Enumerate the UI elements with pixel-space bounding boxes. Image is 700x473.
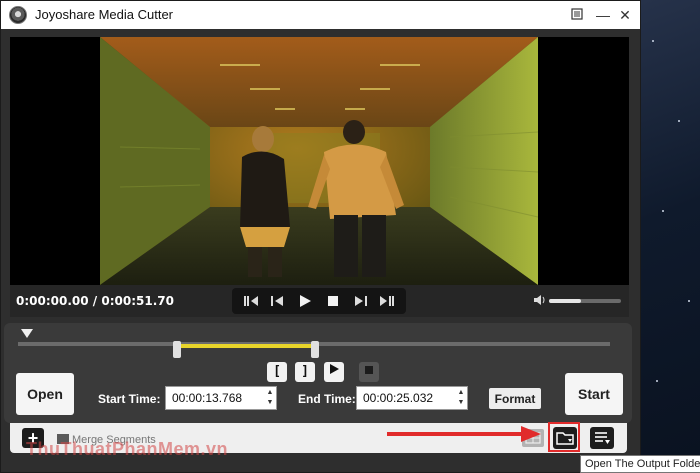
end-time-input[interactable] — [357, 387, 457, 409]
menu-icon[interactable] — [567, 5, 587, 25]
watermark: ThuThuatPhanMem.vn — [26, 439, 228, 459]
start-time-label: Start Time: — [98, 392, 161, 406]
time-display: 0:00:00.00 / 0:00:51.70 — [16, 294, 174, 308]
desktop-background — [640, 0, 700, 473]
segment-end-handle[interactable] — [311, 341, 319, 358]
video-frame — [100, 37, 538, 285]
mark-out-button[interactable]: ] — [295, 362, 315, 382]
segment-start-handle[interactable] — [173, 341, 181, 358]
end-time-spinner-icon[interactable]: ▲ ▼ — [456, 388, 466, 408]
start-time-input[interactable] — [166, 387, 266, 409]
previous-segment-icon[interactable] — [240, 291, 262, 311]
step-back-icon[interactable] — [266, 291, 288, 311]
segment-bar — [179, 344, 313, 348]
start-button[interactable]: Start — [565, 373, 623, 415]
start-time-field: ▲▼ — [165, 386, 277, 410]
start-time-spinner-icon[interactable]: ▲ ▼ — [265, 388, 275, 408]
video-preview — [10, 37, 629, 285]
format-button[interactable]: Format — [489, 388, 541, 409]
pointer-arrow-icon — [385, 424, 545, 449]
volume-level — [549, 299, 582, 303]
stop-icon[interactable] — [322, 291, 344, 311]
app-window: Joyoshare Media Cutter — ✕ 0:00:00.00 / … — [0, 0, 641, 473]
volume-icon[interactable] — [533, 293, 547, 312]
playback-controls — [232, 288, 406, 314]
window-title: Joyoshare Media Cutter — [35, 7, 174, 22]
selected-segment[interactable] — [173, 341, 319, 358]
step-forward-icon[interactable] — [350, 291, 372, 311]
preview-segment-icon[interactable] — [324, 362, 344, 382]
next-segment-icon[interactable] — [376, 291, 398, 311]
app-logo-icon — [9, 6, 27, 24]
end-time-label: End Time: — [298, 392, 356, 406]
playback-bar: 0:00:00.00 / 0:00:51.70 — [10, 285, 629, 317]
volume-slider[interactable] — [549, 299, 621, 303]
close-button[interactable]: ✕ — [615, 5, 635, 25]
playhead[interactable] — [21, 329, 33, 338]
open-button[interactable]: Open — [16, 373, 74, 415]
stop-segment-icon[interactable] — [359, 362, 379, 382]
minimize-button[interactable]: — — [593, 5, 613, 25]
end-time-field: ▲▼ — [356, 386, 468, 410]
task-list-icon[interactable] — [590, 427, 614, 449]
title-bar: Joyoshare Media Cutter — ✕ — [1, 1, 640, 29]
tooltip: Open The Output Folder — [580, 455, 700, 473]
mark-in-button[interactable]: [ — [267, 362, 287, 382]
play-icon[interactable] — [294, 291, 316, 311]
output-folder-highlight — [548, 422, 580, 452]
